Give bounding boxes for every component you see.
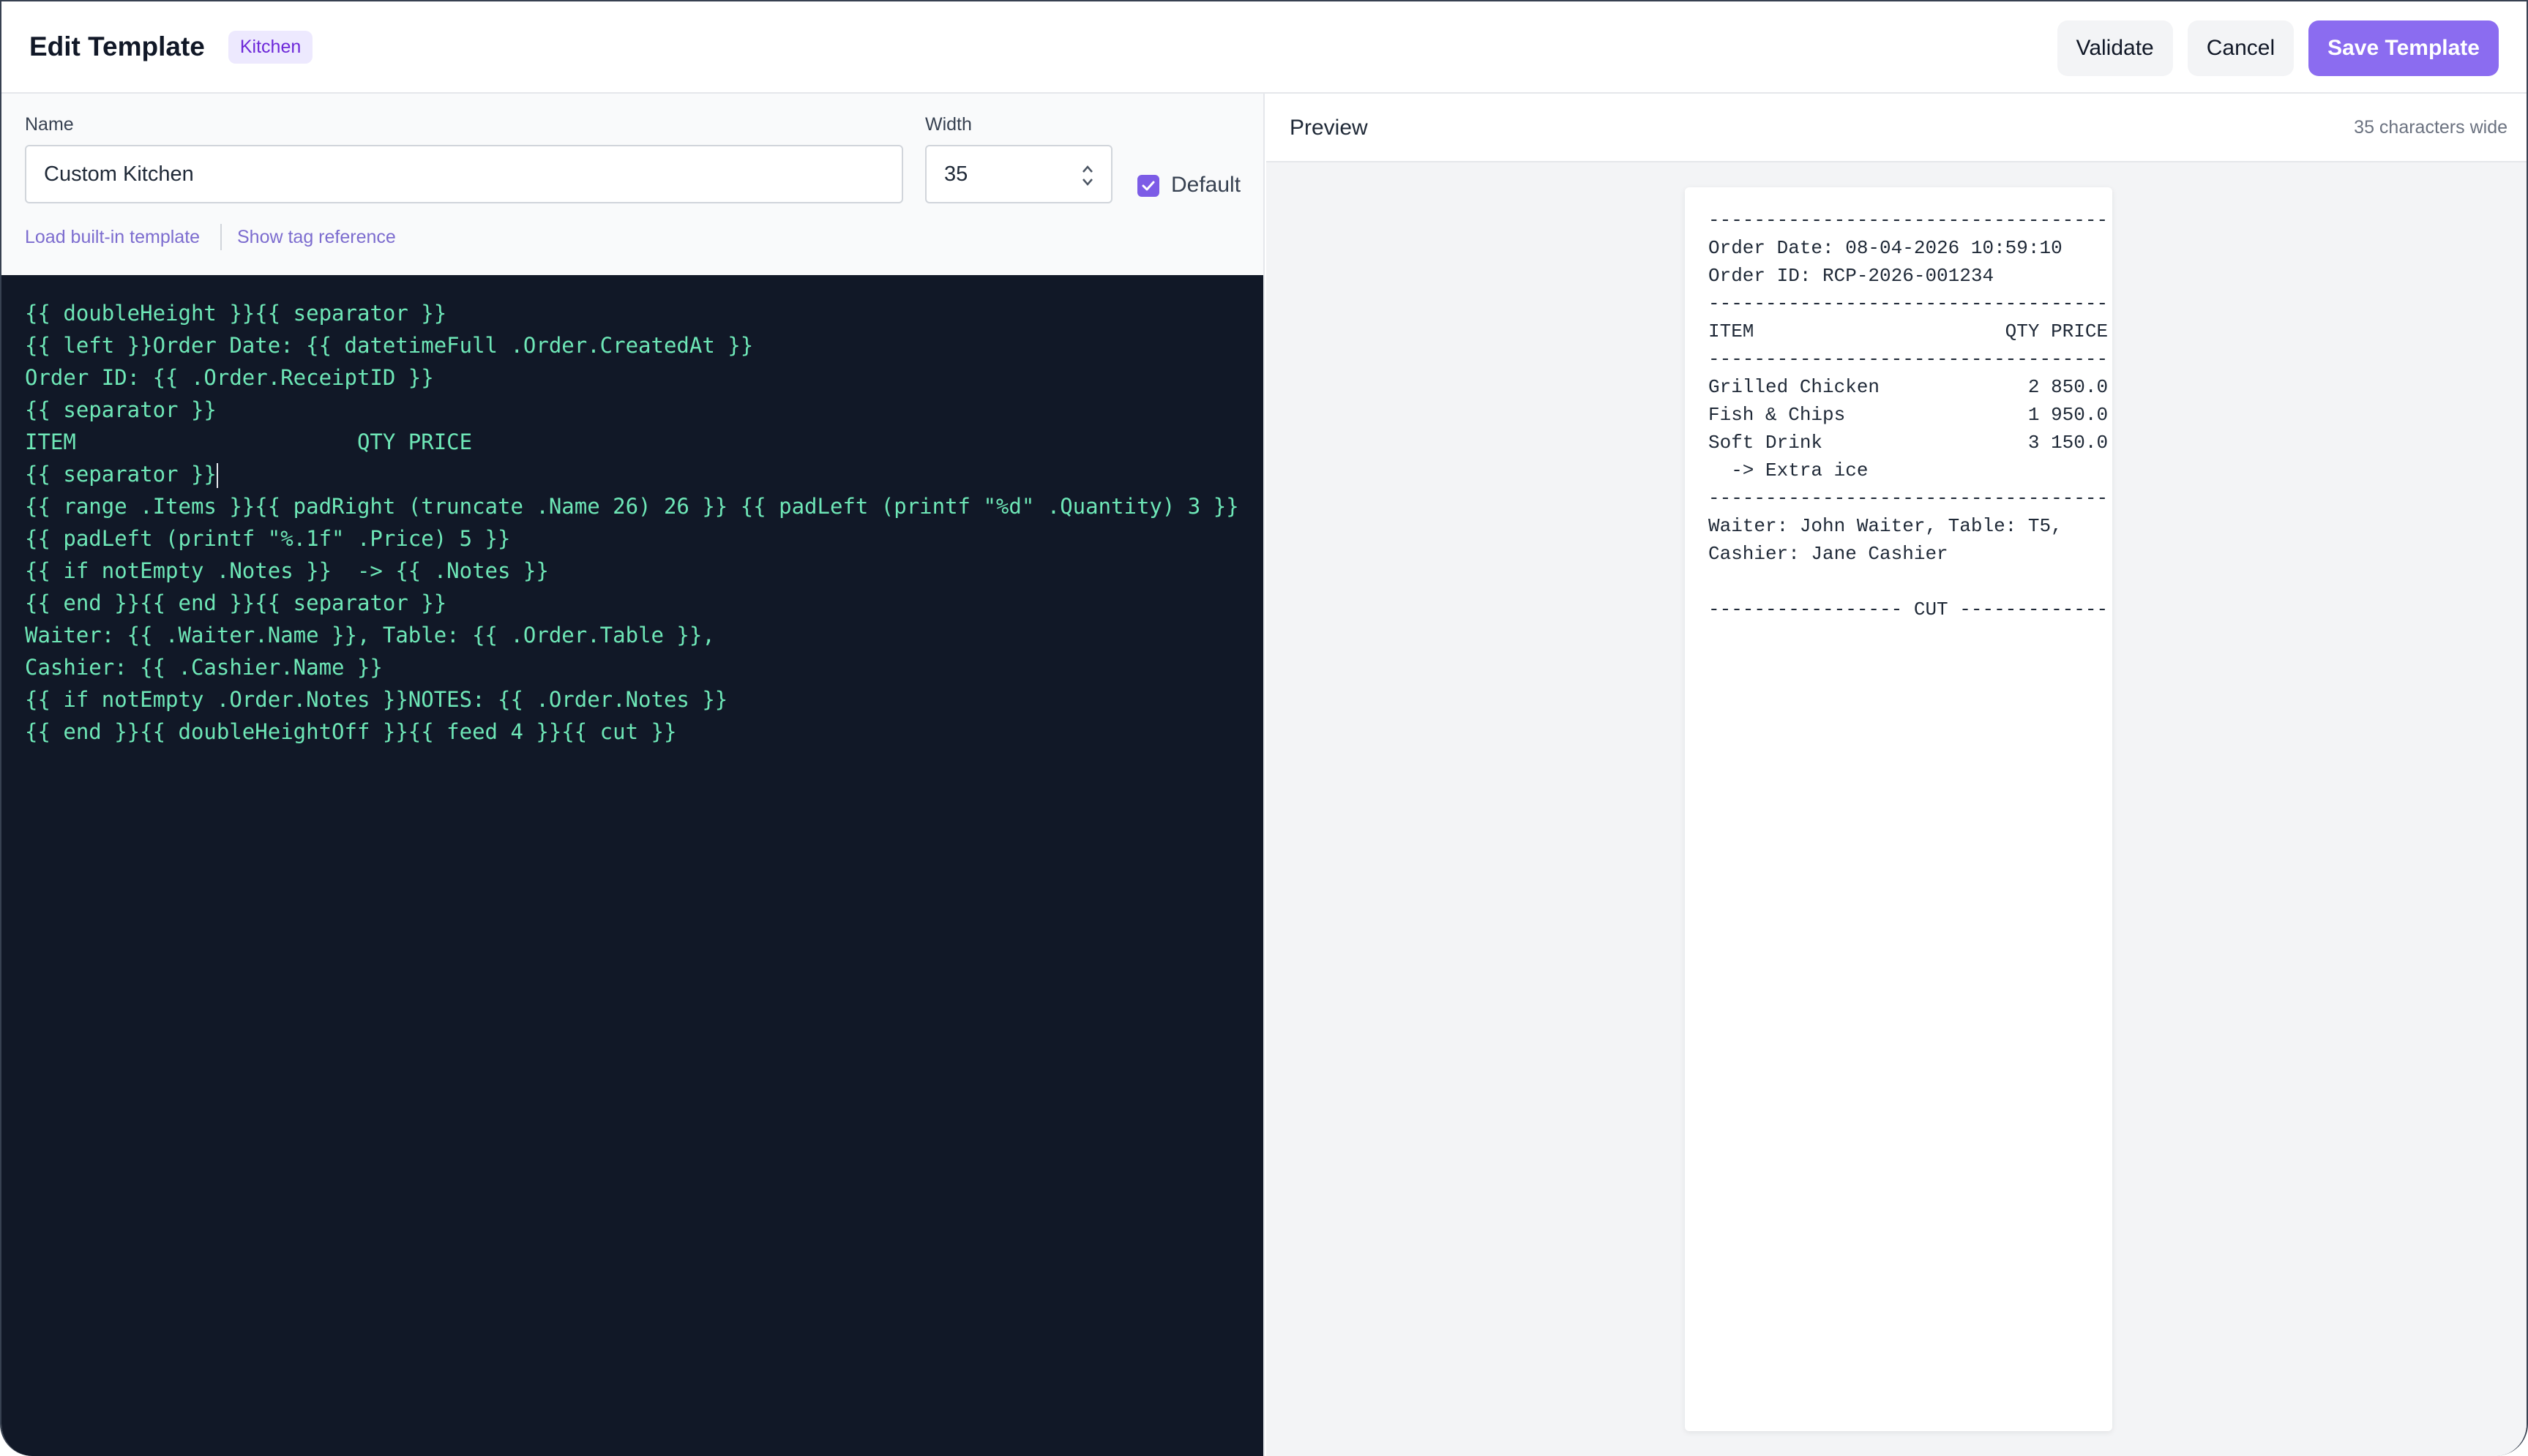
receipt-cut-line: ----------------- CUT -------------: [1708, 598, 2109, 620]
editor-line: {{ range .Items }}{{ padRight (truncate …: [25, 494, 1239, 519]
editor-line: {{ if notEmpty .Notes }} -> {{ .Notes }}: [25, 558, 549, 583]
editor-line: {{ separator }}: [25, 397, 217, 422]
receipt-line: Soft Drink 3 150.0: [1708, 432, 2109, 454]
editor-line: {{ padLeft (printf "%.1f" .Price) 5 }}: [25, 526, 511, 551]
edit-template-dialog: Edit Template Kitchen Validate Cancel Sa…: [0, 0, 2528, 1456]
editor-line: {{ end }}{{ doubleHeightOff }}{{ feed 4 …: [25, 719, 677, 744]
page-title: Edit Template: [29, 31, 205, 61]
receipt-line: -> Extra ice: [1708, 459, 1869, 481]
editor-line: {{ end }}{{ end }}{{ separator }}: [25, 590, 447, 615]
name-label: Name: [25, 114, 74, 135]
receipt-line: Grilled Chicken 2 850.0: [1708, 376, 2109, 398]
receipt-line: Waiter: John Waiter, Table: T5,: [1708, 515, 2063, 537]
width-input-value: 35: [944, 162, 968, 186]
header-actions: Validate Cancel Save Template: [2057, 20, 2499, 76]
preview-header: Preview 35 characters wide: [1266, 94, 2527, 162]
default-checkbox[interactable]: [1137, 175, 1159, 197]
text-caret: [216, 463, 218, 488]
character-width-indicator: 35 characters wide: [2354, 117, 2508, 138]
preview-pane: Preview 35 characters wide -------------…: [1266, 94, 2527, 1456]
editor-line: {{ if notEmpty .Order.Notes }}NOTES: {{ …: [25, 687, 728, 712]
cancel-button[interactable]: Cancel: [2187, 20, 2295, 76]
save-template-button[interactable]: Save Template: [2308, 20, 2499, 76]
editor-line: {{ doubleHeight }}{{ separator }}: [25, 301, 447, 326]
editor-pane: Name Custom Kitchen Width 35 Default Loa…: [1, 94, 1265, 1456]
receipt-line: Cashier: Jane Cashier: [1708, 543, 1948, 565]
editor-line-with-caret: {{ separator }}: [25, 458, 1240, 490]
template-settings-form: Name Custom Kitchen Width 35 Default Loa…: [1, 94, 1263, 275]
editor-line: {{ left }}Order Date: {{ datetimeFull .O…: [25, 333, 754, 358]
load-builtin-template-link[interactable]: Load built-in template: [25, 227, 200, 248]
name-input-value: Custom Kitchen: [44, 162, 194, 186]
dialog-header: Edit Template Kitchen Validate Cancel Sa…: [1, 1, 2527, 94]
name-input[interactable]: Custom Kitchen: [25, 145, 903, 203]
stepper-icon[interactable]: [1080, 162, 1095, 189]
receipt-line: -----------------------------------: [1708, 487, 2109, 509]
default-label: Default: [1171, 173, 1241, 197]
template-type-badge: Kitchen: [228, 30, 313, 64]
editor-line: Waiter: {{ .Waiter.Name }}, Table: {{ .O…: [25, 623, 715, 648]
link-divider: [220, 224, 222, 250]
template-code-editor[interactable]: {{ doubleHeight }}{{ separator }} {{ lef…: [1, 275, 1263, 1456]
receipt-line: -----------------------------------: [1708, 348, 2109, 370]
receipt-line: ITEM QTY PRICE: [1708, 320, 2109, 342]
width-input[interactable]: 35: [925, 145, 1112, 203]
validate-button[interactable]: Validate: [2057, 20, 2173, 76]
editor-line: Order ID: {{ .Order.ReceiptID }}: [25, 365, 434, 390]
width-label: Width: [925, 114, 972, 135]
receipt-line: [1708, 568, 2089, 596]
check-icon: [1142, 181, 1155, 191]
receipt-line: Fish & Chips 1 950.0: [1708, 404, 2109, 426]
show-tag-reference-link[interactable]: Show tag reference: [237, 227, 396, 248]
receipt-line: Order Date: 08-04-2026 10:59:10: [1708, 237, 2063, 259]
preview-title: Preview: [1290, 116, 1368, 140]
receipt-preview: ----------------------------------- Orde…: [1685, 187, 2112, 1431]
editor-line: Cashier: {{ .Cashier.Name }}: [25, 655, 383, 680]
receipt-line: -----------------------------------: [1708, 293, 2109, 315]
receipt-line: Order ID: RCP-2026-001234: [1708, 265, 1994, 287]
receipt-line: -----------------------------------: [1708, 209, 2109, 231]
editor-line-text: {{ separator }}: [25, 462, 217, 487]
editor-line: ITEM QTY PRICE: [25, 429, 473, 454]
